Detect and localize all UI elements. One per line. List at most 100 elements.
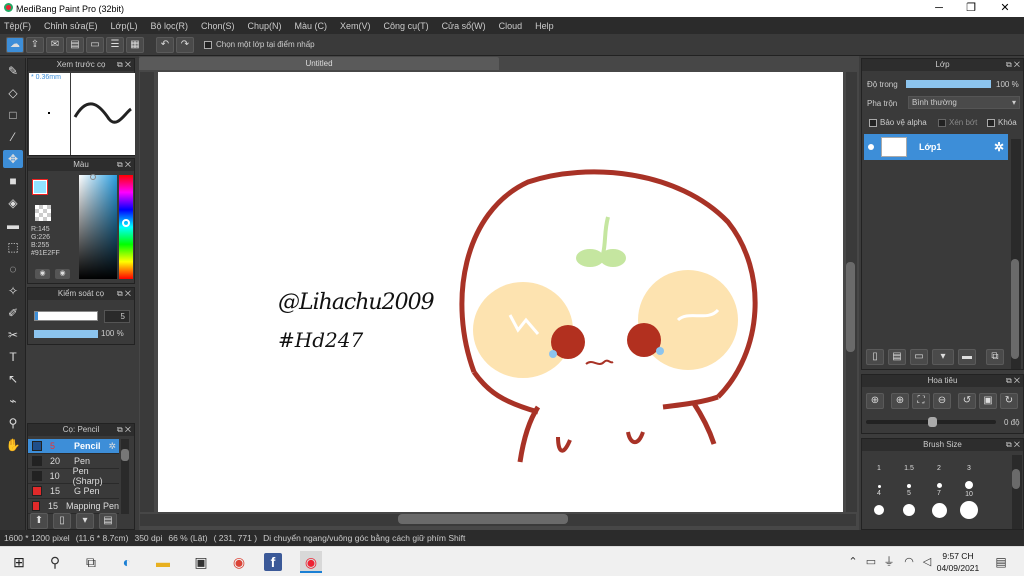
document-tab[interactable]: Untitled	[139, 57, 499, 70]
size-cell[interactable]: 1	[864, 455, 894, 477]
windows-start-icon[interactable]: ⊞	[8, 551, 30, 573]
chat-icon[interactable]: ▤	[66, 36, 84, 53]
file-explorer-icon[interactable]: ▬	[152, 551, 174, 573]
medibang-taskbar-icon[interactable]: ◉	[300, 551, 322, 573]
volume-icon[interactable]: ◁	[916, 551, 938, 573]
gear-icon[interactable]: ✲	[108, 441, 116, 452]
size-cell[interactable]	[894, 499, 924, 521]
new-layer-icon[interactable]: ▯	[866, 349, 884, 365]
new-halftone-layer-icon[interactable]: ▤	[888, 349, 906, 365]
menu-select[interactable]: Chọn(S)	[201, 21, 235, 31]
hue-slider[interactable]	[119, 175, 133, 279]
zoom-out-icon[interactable]: ⊖	[933, 393, 951, 409]
brush-item[interactable]: 10 Pen (Sharp)	[28, 466, 119, 486]
panel-close-icon[interactable]: ⧉ ✕	[117, 424, 131, 436]
menu-layer[interactable]: Lớp(L)	[111, 21, 138, 31]
folder-icon[interactable]: ▬	[958, 349, 976, 365]
menu-snap[interactable]: Chụp(N)	[248, 21, 282, 31]
menu-window[interactable]: Cửa sổ(W)	[442, 21, 486, 31]
maximize-button[interactable]: ❐	[954, 0, 988, 17]
brush-item[interactable]: 15 Mapping Pen	[28, 499, 119, 514]
transparent-color-swatch[interactable]	[35, 205, 51, 221]
divide-tool-icon[interactable]: ⌁	[3, 392, 23, 410]
move-tool-icon[interactable]: ✥	[3, 150, 23, 168]
panel-close-icon[interactable]: ⧉ ✕	[1006, 439, 1020, 451]
size-cell[interactable]: 10	[954, 477, 984, 499]
size-cell[interactable]: 4	[864, 477, 894, 499]
size-cell[interactable]: 2	[924, 455, 954, 477]
chrome-icon[interactable]: ◉	[228, 551, 250, 573]
visibility-icon[interactable]	[868, 144, 874, 150]
search-icon[interactable]: ⚲	[44, 551, 66, 573]
rotation-slider[interactable]	[866, 417, 996, 427]
notification-icon[interactable]: ▤	[990, 551, 1012, 573]
fill-rect-tool-icon[interactable]: ■	[3, 172, 23, 190]
protect-alpha-checkbox[interactable]	[869, 119, 877, 127]
menu-view[interactable]: Xem(V)	[340, 21, 371, 31]
select-eraser-tool-icon[interactable]: ✂	[3, 326, 23, 344]
swap-color-icon[interactable]: ◉	[55, 269, 70, 279]
lasso-tool-icon[interactable]: ◌	[3, 260, 23, 278]
cloud-icon[interactable]: ☁	[6, 36, 24, 53]
size-cell[interactable]	[864, 499, 894, 521]
eyedropper-tool-icon[interactable]: ⚲	[3, 414, 23, 432]
rotate-right-icon[interactable]: ↻	[1000, 393, 1018, 409]
usb-icon[interactable]: ⏚	[878, 551, 900, 573]
zoom-in-icon[interactable]: ⊕	[891, 393, 909, 409]
eraser-tool-icon[interactable]: ◇	[3, 84, 23, 102]
hand-tool-icon[interactable]: ✋	[3, 436, 23, 454]
layer-scrollbar[interactable]	[1011, 139, 1021, 369]
menu-filter[interactable]: Bộ lọc(R)	[150, 21, 188, 31]
panel-close-icon[interactable]: ⧉ ✕	[117, 59, 131, 71]
opacity-slider[interactable]	[34, 330, 98, 338]
magic-wand-tool-icon[interactable]: ✧	[3, 282, 23, 300]
brush-item[interactable]: 5 Pencil ✲	[28, 439, 119, 454]
menu-color[interactable]: Màu (C)	[295, 21, 328, 31]
operation-tool-icon[interactable]: ↖	[3, 370, 23, 388]
select-layer-checkbox[interactable]	[204, 40, 212, 49]
panel-close-icon[interactable]: ⧉ ✕	[1006, 375, 1020, 387]
bucket-tool-icon[interactable]: ◈	[3, 194, 23, 212]
rectangle-tool-icon[interactable]: □	[3, 106, 23, 124]
size-cell[interactable]	[924, 499, 954, 521]
dot-tool-icon[interactable]: ⁄	[3, 128, 23, 146]
canvas[interactable]: @Lihachu2009 #Hd247	[158, 72, 843, 512]
menu-cloud[interactable]: Cloud	[499, 21, 523, 31]
panel-close-icon[interactable]: ⧉ ✕	[117, 288, 131, 300]
add-layer-menu-icon[interactable]: ▾	[932, 349, 954, 365]
saturation-value-picker[interactable]	[79, 174, 117, 279]
grid-icon[interactable]: ▦	[126, 36, 144, 53]
redo-icon[interactable]: ↷	[176, 36, 194, 53]
horizontal-scrollbar[interactable]	[140, 514, 856, 526]
brush-tool-icon[interactable]: ✎	[3, 62, 23, 80]
layer-row[interactable]: Lớp1 ✲	[864, 134, 1008, 160]
zoom-in-icon[interactable]: ⊕	[866, 393, 884, 409]
upload-icon[interactable]: ⇪	[26, 36, 44, 53]
brush-size-scrollbar[interactable]	[1012, 455, 1022, 529]
minimize-button[interactable]: ─	[922, 0, 956, 17]
menu-tools[interactable]: Công cụ(T)	[384, 21, 429, 31]
brush-item[interactable]: 15 G Pen	[28, 484, 119, 499]
size-cell[interactable]: 7	[924, 477, 954, 499]
comment-icon[interactable]: ✉	[46, 36, 64, 53]
list-icon[interactable]: ☰	[106, 36, 124, 53]
page-icon[interactable]: ▭	[86, 36, 104, 53]
foreground-color-swatch[interactable]	[32, 179, 48, 195]
size-slider[interactable]	[34, 311, 98, 321]
brush-menu-icon[interactable]: ▾	[76, 513, 94, 529]
menu-help[interactable]: Help	[535, 21, 554, 31]
reset-icon[interactable]: ▣	[979, 393, 997, 409]
gradient-tool-icon[interactable]: ▬	[3, 216, 23, 234]
size-cell[interactable]: 3	[954, 455, 984, 477]
facebook-icon[interactable]: f	[264, 553, 282, 571]
store-icon[interactable]: ▣	[190, 551, 212, 573]
text-tool-icon[interactable]: T	[3, 348, 23, 366]
clipping-checkbox[interactable]	[938, 119, 946, 127]
gear-icon[interactable]: ✲	[994, 140, 1004, 154]
size-cell[interactable]: 5	[894, 477, 924, 499]
palette-icon[interactable]: ◉	[35, 269, 50, 279]
rotate-left-icon[interactable]: ↺	[958, 393, 976, 409]
undo-icon[interactable]: ↶	[156, 36, 174, 53]
menu-file[interactable]: Tệp(F)	[4, 21, 31, 31]
panel-close-icon[interactable]: ⧉ ✕	[117, 159, 131, 171]
